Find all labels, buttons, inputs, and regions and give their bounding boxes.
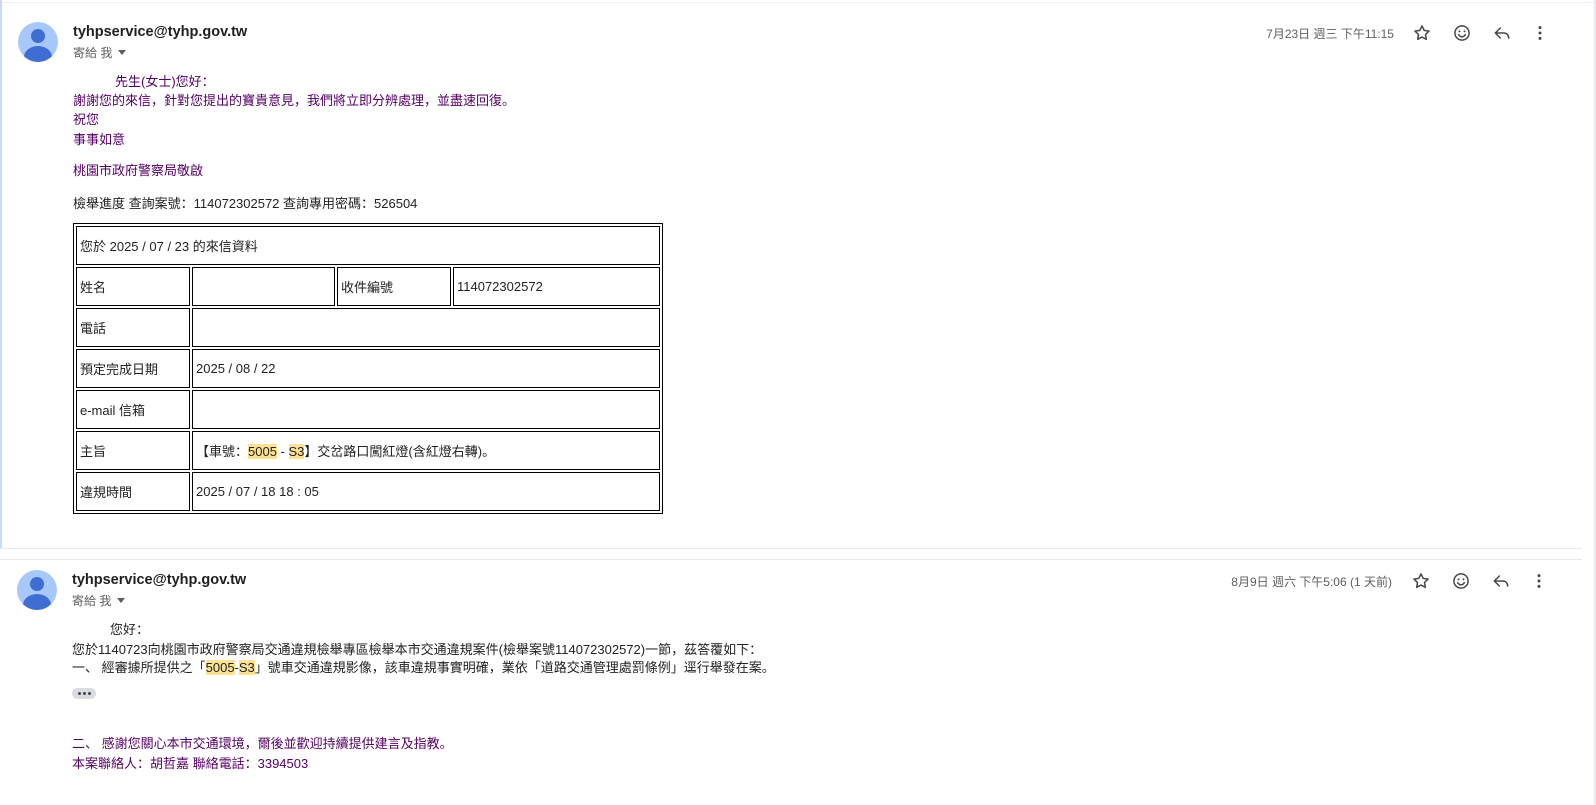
greeting: 您好： (110, 622, 150, 637)
reply-line-1: 您於1140723向桃園市政府警察局交通違規檢舉專區檢舉本市交通違規案件(檢舉案… (72, 642, 763, 657)
subject-label: 主旨 (76, 431, 190, 470)
due-date-label: 預定完成日期 (76, 349, 190, 388)
plate-highlight-a: 5005 (248, 444, 277, 459)
plate-highlight-b: S3 (288, 444, 305, 459)
reply-line-2-suffix: 」號車交通違規影像，該車違規事實明確，業依「道路交通管理處罰條例」逕行舉發在案。 (254, 660, 775, 675)
receipt-label: 收件編號 (337, 267, 451, 306)
violation-time-label: 違規時間 (76, 472, 190, 511)
query-info: 檢舉進度 查詢案號：114072302572 查詢專用密碼：526504 (73, 196, 418, 211)
email-label: e-mail 信箱 (76, 390, 190, 429)
recipient-label: 寄給 我 (73, 46, 113, 60)
body-line-2: 祝您 (73, 112, 100, 127)
recipient-label: 寄給 我 (72, 594, 112, 608)
sender-email[interactable]: tyhpservice@tyhp.gov.tw (73, 24, 247, 40)
email-message-2: tyhpservice@tyhp.gov.tw 寄給 我 8月9日 週六 下午5… (0, 560, 1582, 805)
subject-value: 【車號：5005 - S3】交岔路口闖紅燈(含紅燈右轉)。 (192, 431, 660, 470)
name-value (192, 267, 335, 306)
case-info-table: 您於 2025 / 07 / 23 的來信資料 姓名 收件編號 11407230… (73, 223, 663, 514)
emoji-icon[interactable] (1449, 569, 1473, 593)
phone-value (192, 308, 660, 347)
message-date: 7月23日 週三 下午11:15 (1266, 27, 1394, 41)
phone-label: 電話 (76, 308, 190, 347)
plate-separator: - (276, 444, 289, 459)
reply-line-2: 一、 經審據所提供之「5005-S3」號車交通違規影像，該車違規事實明確，業依「… (72, 657, 775, 676)
violation-time-value: 2025 / 07 / 18 18 : 05 (192, 472, 660, 511)
body-line-1: 謝謝您的來信，針對您提出的寶貴意見，我們將立即分辨處理，並盡速回復。 (73, 93, 516, 108)
greeting: 先生(女士)您好： (115, 74, 215, 89)
email-value (192, 390, 660, 429)
table-header: 您於 2025 / 07 / 23 的來信資料 (76, 226, 660, 265)
sender-email[interactable]: tyhpservice@tyhp.gov.tw (72, 572, 246, 588)
emoji-icon[interactable] (1450, 21, 1474, 45)
star-icon[interactable] (1409, 569, 1433, 593)
plate-highlight-a: 5005 (205, 660, 235, 675)
reply-line-2-prefix: 一、 經審據所提供之「 (72, 660, 206, 675)
receipt-value: 114072302572 (453, 267, 660, 306)
contact-line: 本案聯絡人：胡哲嘉 聯絡電話：3394503 (72, 756, 309, 771)
reply-icon[interactable] (1489, 569, 1513, 593)
more-vert-icon[interactable] (1527, 569, 1551, 593)
subject-prefix: 【車號： (196, 444, 249, 459)
due-date-value: 2025 / 08 / 22 (192, 349, 660, 388)
star-icon[interactable] (1410, 21, 1434, 45)
signature: 桃園市政府警察局敬啟 (73, 163, 204, 178)
plate-highlight-b: S3 (238, 660, 255, 675)
name-label: 姓名 (76, 267, 190, 306)
body-line-3: 事事如意 (73, 132, 126, 147)
recipient-line[interactable]: 寄給 我 (73, 44, 127, 61)
chevron-down-icon[interactable] (118, 50, 127, 55)
chevron-down-icon[interactable] (117, 598, 126, 603)
recipient-line[interactable]: 寄給 我 (72, 592, 126, 609)
reply-icon[interactable] (1490, 21, 1514, 45)
sender-avatar[interactable] (18, 22, 58, 62)
subject-suffix: 】交岔路口闖紅燈(含紅燈右轉)。 (304, 444, 496, 459)
sender-avatar[interactable] (17, 570, 57, 610)
reply-line-3: 二、 感謝您關心本市交通環境，爾後並歡迎持續提供建言及指教。 (72, 736, 453, 751)
message-date: 8月9日 週六 下午5:06 (1 天前) (1231, 575, 1392, 589)
message-divider (0, 548, 1582, 560)
show-trimmed-content-button[interactable] (72, 688, 96, 699)
email-message-1: tyhpservice@tyhp.gov.tw 寄給 我 7月23日 週三 下午… (0, 0, 1582, 548)
more-vert-icon[interactable] (1528, 21, 1552, 45)
